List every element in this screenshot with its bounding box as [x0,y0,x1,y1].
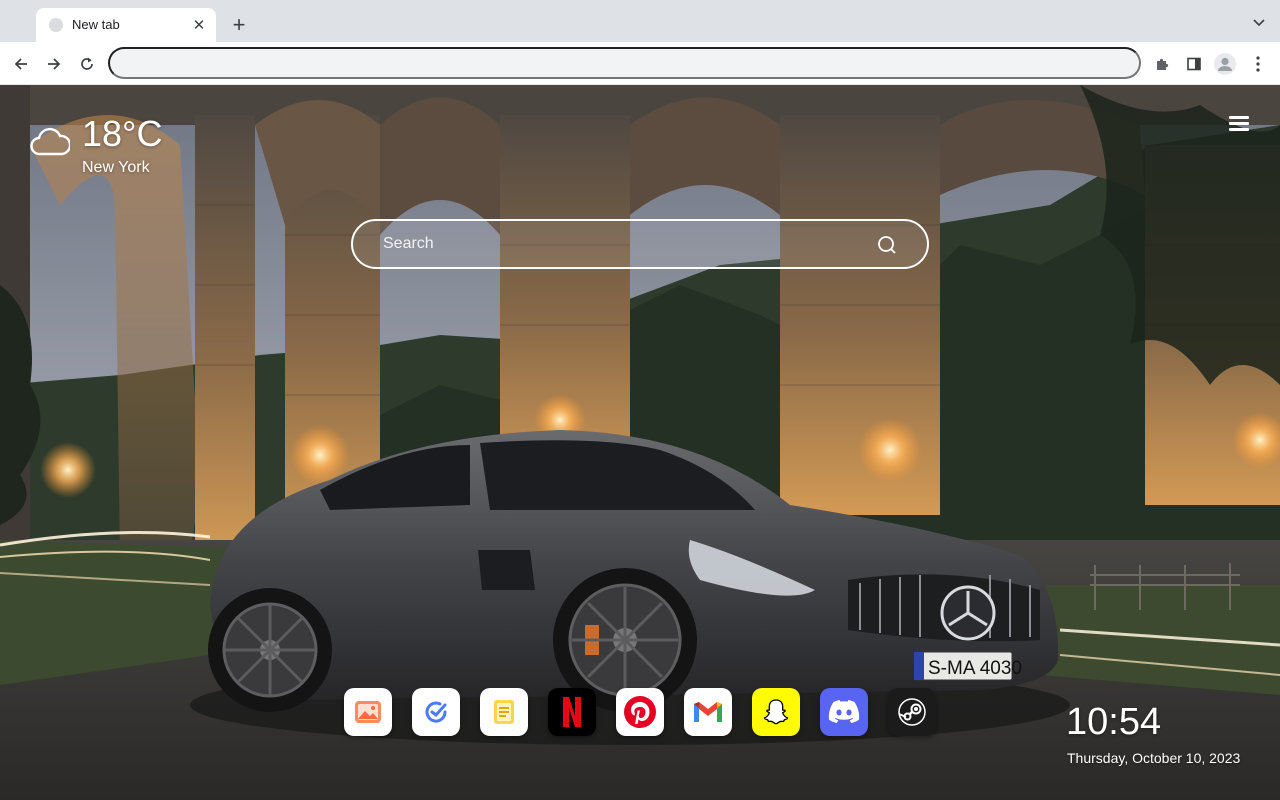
app-tasks[interactable] [412,688,460,736]
app-notes[interactable] [480,688,528,736]
search-icon[interactable] [877,235,897,255]
svg-text:S-MA 4030: S-MA 4030 [928,658,1022,679]
chevron-down-icon[interactable] [1250,14,1268,32]
app-pinterest[interactable] [616,688,664,736]
close-icon[interactable]: ✕ [190,16,208,34]
clock-time: 10:54 [1066,701,1162,743]
app-discord[interactable] [820,688,868,736]
address-bar[interactable] [108,47,1141,79]
clock-date: Thursday, October 10, 2023 [1067,750,1241,766]
app-netflix[interactable] [548,688,596,736]
steam-icon [898,698,926,726]
hamburger-menu-icon[interactable] [1229,116,1249,134]
back-arrow-icon[interactable] [10,53,32,75]
search-box[interactable] [351,219,929,269]
forward-arrow-icon[interactable] [43,53,65,75]
gmail-icon [694,702,722,722]
tab-strip: New tab ✕ + [0,0,1280,42]
extensions-puzzle-icon[interactable] [1151,53,1173,75]
side-panel-icon[interactable] [1183,53,1205,75]
tab-new-tab[interactable]: New tab ✕ [36,8,216,42]
notes-icon [494,700,514,724]
cloud-icon [30,127,70,156]
app-gmail[interactable] [684,688,732,736]
snapchat-icon [763,699,789,725]
app-snapchat[interactable] [752,688,800,736]
tab-title: New tab [72,17,120,32]
photo-icon [355,701,381,723]
search-input[interactable] [383,221,863,267]
temperature: 18°C [82,113,163,154]
new-tab-button[interactable]: + [228,14,250,36]
reload-icon[interactable] [76,53,98,75]
more-vertical-icon[interactable] [1247,53,1269,75]
city-name: New York [82,159,150,176]
app-steam[interactable] [888,688,936,736]
app-photos[interactable] [344,688,392,736]
pinterest-icon [624,696,656,728]
tab-favicon-icon [49,18,63,32]
discord-icon [828,700,860,723]
new-tab-page: S-MA 4030 18°C New York Search 10:54 Thu… [0,85,1280,800]
browser-toolbar [0,42,1280,85]
check-circle-icon [425,701,447,723]
profile-avatar-icon[interactable] [1214,53,1236,75]
netflix-icon [563,697,581,727]
